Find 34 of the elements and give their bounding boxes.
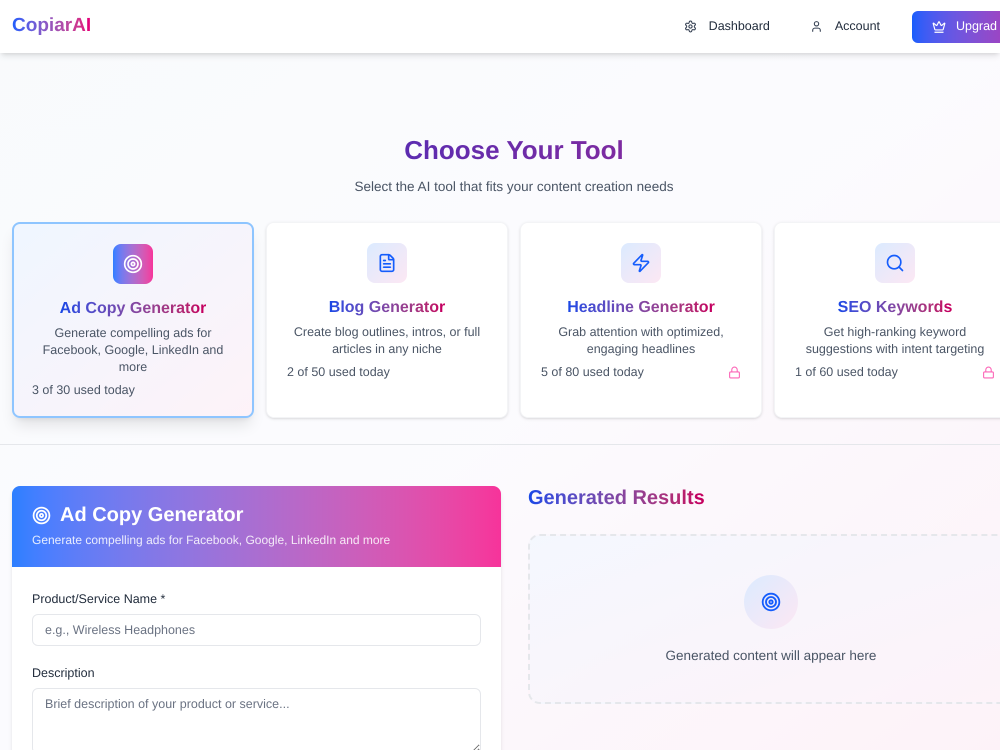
- usage-count: 3 of 30 used today: [32, 382, 135, 399]
- form-subtitle: Generate compelling ads for Facebook, Google, LinkedIn and more: [32, 532, 392, 548]
- tool-card[interactable]: Headline Generator Grab attention with optimized, engaging headlines 5 of 80 used today: [520, 222, 762, 418]
- form-title: Ad Copy Generator: [60, 503, 244, 527]
- usage-count: 2 of 50 used today: [287, 364, 390, 381]
- tool-description: Get high-ranking keyword suggestions with intent targeting: [804, 324, 986, 358]
- textarea-field[interactable]: Brief description of your product or service...: [32, 688, 481, 750]
- nav-link[interactable]: Account: [802, 10, 888, 42]
- target-icon: [32, 506, 51, 524]
- document-icon: [367, 243, 407, 283]
- tool-description: Grab attention with optimized, engaging headlines: [557, 324, 725, 358]
- text-input[interactable]: e.g., Wireless Headphones: [32, 614, 481, 646]
- empty-message: Generated content will appear here: [666, 647, 876, 665]
- usage-count: 5 of 80 used today: [541, 364, 644, 381]
- tool-description: Create blog outlines, intros, or full articles in any niche: [292, 324, 482, 358]
- section-subtitle: Select the AI tool that fits your content creation needs: [354, 178, 674, 196]
- tool-card[interactable]: SEO Keywords Get high-ranking keyword suggestions with intent targeting 1 of 60 used today: [774, 222, 1000, 418]
- usage-count: 1 of 60 used today: [795, 364, 898, 381]
- upgrade-button[interactable]: Upgrad: [912, 10, 1000, 42]
- tool-title: Blog Generator: [328, 298, 446, 318]
- tool-card[interactable]: Blog Generator Create blog outlines, intros, or full articles in any niche 2 of 50 used today: [266, 222, 508, 418]
- field-label: Description: [32, 665, 96, 681]
- tool-title: SEO Keywords: [838, 298, 952, 318]
- user-icon: [810, 20, 823, 33]
- gear-icon: [684, 20, 697, 33]
- tool-title: Ad Copy Generator: [60, 299, 206, 319]
- field-label: Product/Service Name *: [32, 591, 166, 607]
- tool-card[interactable]: Ad Copy Generator Generate compelling ads for Facebook, Google, LinkedIn and more 3 of 30 used today: [12, 222, 254, 418]
- target-icon: [113, 244, 153, 284]
- crown-icon: [932, 20, 946, 34]
- nav-link[interactable]: Dashboard: [676, 10, 778, 42]
- lightning-icon: [621, 243, 661, 283]
- search-icon: [875, 243, 915, 283]
- tool-description: Generate compelling ads for Facebook, Google, LinkedIn and more: [42, 325, 224, 376]
